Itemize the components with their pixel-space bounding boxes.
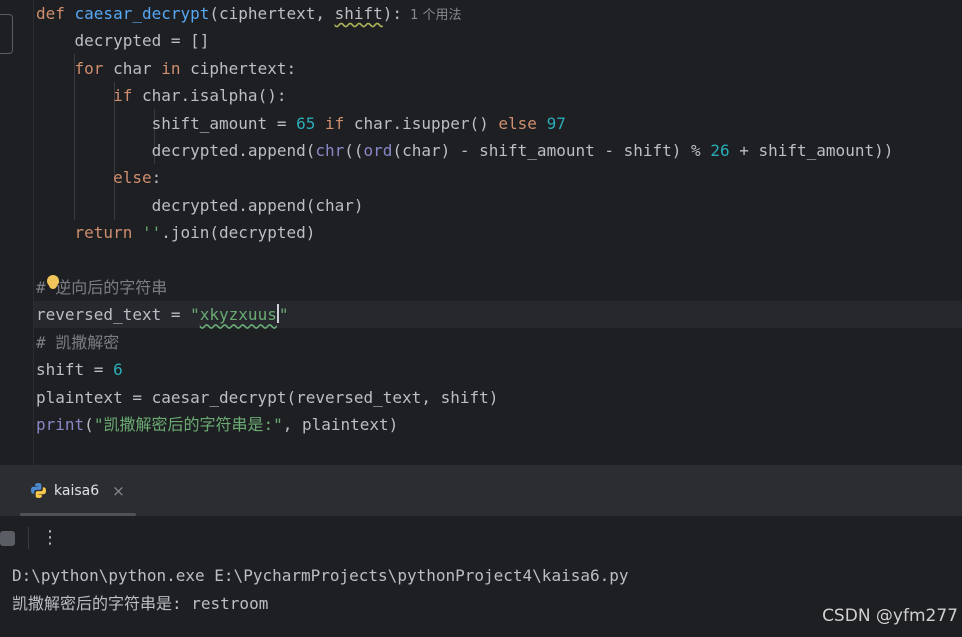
code-token: # 凯撒解密 (36, 332, 120, 352)
code-token: else (113, 168, 152, 188)
code-line[interactable]: return ''.join(decrypted) (36, 219, 316, 246)
code-line[interactable]: shift = 6 (36, 356, 123, 383)
console-toolbar: ⋮ (0, 517, 962, 559)
code-token: return (74, 223, 142, 243)
code-token: (ciphertext, (209, 4, 335, 23)
code-token: ord (363, 141, 393, 160)
code-token: (char) - shift_amount - shift) % (392, 141, 711, 160)
code-token: if (325, 113, 354, 133)
code-token: "凯撒解密后的字符串是:" (93, 415, 283, 434)
code-token: else (498, 113, 547, 133)
active-tab-indicator (20, 513, 136, 516)
code-line[interactable]: if char.isalpha(): (36, 82, 286, 109)
code-token: , plaintext) (282, 415, 399, 434)
code-token: decrypted.append(char) (36, 195, 364, 215)
gutter-divider (33, 0, 34, 465)
code-token: if (113, 86, 142, 106)
usage-hint[interactable]: 1 个用法 (410, 8, 461, 23)
code-token: ( (84, 415, 94, 434)
code-token: 26 (710, 141, 730, 160)
console-line-result: 凯撒解密后的字符串是: restroom (12, 594, 269, 613)
code-token: 97 (546, 113, 566, 133)
code-token: ciphertext: (190, 58, 297, 78)
code-editor[interactable]: def caesar_decrypt(ciphertext, shift): 1 … (0, 0, 962, 465)
code-token: shift = (36, 360, 114, 380)
code-token: reversed_text = (36, 305, 191, 325)
code-token: '' (141, 223, 162, 243)
code-line[interactable]: else: (36, 164, 161, 191)
code-line[interactable]: print("凯撒解密后的字符串是:", plaintext) (36, 411, 398, 438)
code-line[interactable]: decrypted = [] (36, 27, 210, 54)
code-token: shift_amount = (36, 113, 297, 133)
lightbulb-icon[interactable] (47, 275, 59, 287)
code-token: plaintext = caesar_decrypt(reversed_text… (36, 387, 499, 407)
code-line[interactable]: decrypted.append(chr((ord(char) - shift_… (36, 137, 894, 164)
tool-window-tabs: kaisa6 × (0, 465, 962, 517)
code-token: ): (382, 4, 403, 23)
close-icon[interactable]: × (112, 482, 125, 500)
tab-run-kaisa6[interactable]: kaisa6 × (20, 465, 136, 516)
code-token: " (278, 305, 289, 325)
code-token: char (113, 58, 162, 78)
code-token: shift (334, 4, 383, 23)
code-line[interactable]: shift_amount = 65 if char.isupper() else… (36, 110, 566, 137)
tab-label: kaisa6 (54, 482, 100, 499)
code-token: decrypted.append( (36, 141, 316, 160)
code-token: print (36, 415, 85, 434)
code-line[interactable]: reversed_text = "xkyzxuus " (36, 301, 288, 328)
code-line[interactable]: for char in ciphertext: (36, 55, 297, 82)
code-token: 6 (113, 360, 123, 380)
console-output[interactable]: D:\python\python.exe E:\PycharmProjects\… (12, 562, 629, 618)
code-token: (( (344, 141, 364, 160)
code-token: : (151, 168, 162, 188)
code-token: decrypted = [] (36, 31, 210, 51)
gutter-fold-marker[interactable] (0, 14, 13, 54)
code-token: .join(decrypted) (161, 223, 316, 243)
console-line-command: D:\python\python.exe E:\PycharmProjects\… (12, 566, 629, 585)
code-line[interactable]: def caesar_decrypt(ciphertext, shift): 1 … (36, 0, 461, 27)
code-line[interactable]: decrypted.append(char) (36, 192, 364, 219)
python-icon (31, 483, 46, 498)
code-token: " (190, 305, 200, 325)
watermark: CSDN @yfm277 (822, 606, 958, 626)
code-token: caesar_decrypt (74, 4, 210, 23)
code-token: char.isalpha(): (141, 86, 287, 106)
code-token: chr (315, 141, 345, 160)
code-line[interactable]: # 凯撒解密 (36, 329, 119, 356)
code-line[interactable]: plaintext = caesar_decrypt(reversed_text… (36, 384, 498, 411)
code-token: xkyzxuus (199, 305, 277, 325)
more-options-icon[interactable]: ⋮ (41, 525, 59, 551)
stop-icon[interactable] (0, 531, 15, 546)
code-token: in (161, 58, 191, 78)
code-token: 65 (296, 113, 325, 133)
toolbar-divider (28, 527, 29, 549)
code-token: char.isupper() (353, 113, 499, 133)
code-token: def (36, 4, 75, 23)
code-token: + shift_amount)) (729, 141, 894, 160)
code-token: for (74, 58, 114, 78)
